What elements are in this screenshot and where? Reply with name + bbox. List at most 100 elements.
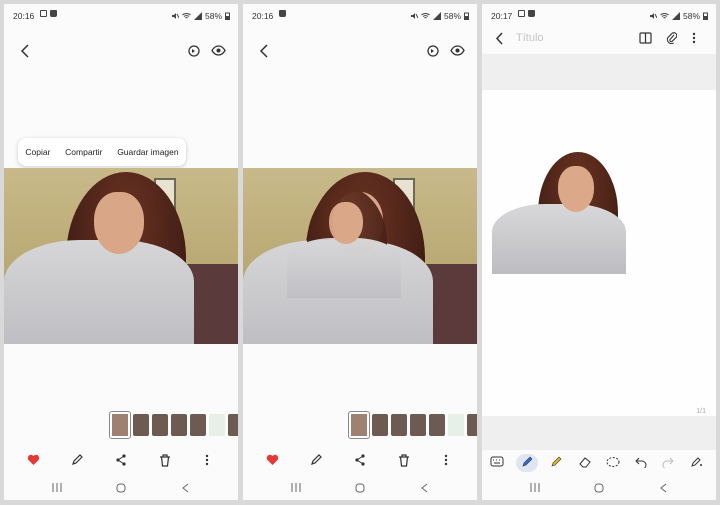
note-canvas[interactable] [482,90,716,416]
thumbnail[interactable] [410,414,426,436]
recents-button[interactable] [530,483,540,492]
pen-tool[interactable] [521,456,533,468]
gallery-notification-icon [518,10,525,17]
chevron-left-icon [20,44,29,58]
rotate-button[interactable] [426,44,440,58]
thumbnail[interactable] [190,414,206,436]
battery-icon [225,12,230,20]
menu-item-save-image[interactable]: Guardar imagen [117,147,178,157]
recents-button[interactable] [291,483,301,492]
home-button[interactable] [594,483,604,493]
thumbnail[interactable] [391,414,407,436]
thumbnail-selected[interactable] [348,411,370,439]
more-button[interactable] [692,32,696,44]
delete-button[interactable] [159,454,171,467]
pasted-image[interactable] [492,152,626,274]
favorite-button[interactable] [266,454,279,466]
drawing-toolbar [482,452,716,474]
delete-button[interactable] [398,454,410,467]
edit-button[interactable] [310,454,322,466]
photo-viewer[interactable] [4,168,238,344]
reading-mode-button[interactable] [639,32,652,44]
undo-button[interactable] [635,456,647,468]
more-vertical-icon [444,454,448,466]
status-notification-icons [518,10,535,17]
status-notification-icons [279,10,286,17]
pencil-icon [72,454,83,465]
highlighter-tool[interactable] [550,456,562,468]
redo-icon [662,457,674,468]
phone-screen-gallery-1: 20:16 58% Copiar Compartir Guardar image… [4,4,238,500]
home-button[interactable] [116,483,126,493]
title-area [482,54,716,90]
mute-icon [171,13,179,19]
photo-viewer[interactable] [243,168,477,344]
battery-text: 58% [204,11,222,21]
status-bar: 20:16 58% [4,4,238,26]
thumbnail-selected[interactable] [109,411,131,439]
trash-icon [399,454,409,467]
dragged-cutout-preview[interactable] [287,188,401,298]
thumbnail[interactable] [372,414,388,436]
status-notification-icons [40,10,57,17]
pen-icon [522,456,533,467]
recents-button[interactable] [52,483,62,492]
thumbnail[interactable] [209,414,225,436]
keyboard-button[interactable] [490,456,504,467]
rotate-button[interactable] [187,44,201,58]
pencil-icon [311,454,322,465]
more-vertical-icon [692,32,696,44]
share-button[interactable] [354,454,366,466]
recents-icon [530,483,540,492]
photo-sweater [4,240,194,344]
thumbnail-strip [348,411,477,439]
navigation-bar [482,478,716,500]
menu-item-share[interactable]: Compartir [65,147,102,157]
status-right: 58% [410,11,469,21]
back-button[interactable] [495,32,504,45]
undo-icon [635,457,647,468]
more-vertical-icon [205,454,209,466]
back-button[interactable] [20,44,30,58]
thumbnail[interactable] [429,414,445,436]
share-button[interactable] [115,454,127,466]
battery-text: 58% [682,11,700,21]
back-button[interactable] [259,44,269,58]
thumbnail[interactable] [467,414,477,436]
thumbnail[interactable] [133,414,149,436]
action-bar [4,450,238,472]
recents-icon [52,483,62,492]
nav-back-button[interactable] [660,483,667,493]
nav-back-button[interactable] [421,483,428,493]
top-bar [4,38,238,68]
menu-item-copy[interactable]: Copiar [25,147,50,157]
nav-back-button[interactable] [182,483,189,493]
thumbnail[interactable] [171,414,187,436]
more-button[interactable] [205,454,209,466]
lasso-tool[interactable] [606,456,620,468]
screenshot-frame: 20:16 58% Copiar Compartir Guardar image… [0,0,720,505]
thumbnail[interactable] [152,414,168,436]
home-button[interactable] [355,483,365,493]
note-title-input[interactable]: Título [516,32,544,44]
edit-button[interactable] [71,454,83,466]
pen-settings-button[interactable] [690,456,703,468]
mute-icon [410,13,418,19]
photo-face [94,192,144,254]
page-indicator: 1/1 [696,408,706,415]
more-button[interactable] [444,454,448,466]
eraser-tool[interactable] [579,456,591,468]
thumbnail[interactable] [448,414,464,436]
context-menu: Copiar Compartir Guardar imagen [18,138,186,166]
chevron-left-icon [259,44,268,58]
redo-button[interactable] [662,456,674,468]
signal-icon [193,12,202,20]
toolbar-spacer [482,416,716,450]
favorite-button[interactable] [27,454,40,466]
keyboard-icon [490,456,504,467]
rotate-icon [188,45,200,57]
attach-button[interactable] [666,31,677,44]
view-button[interactable] [450,45,465,56]
view-button[interactable] [211,45,226,56]
thumbnail[interactable] [228,414,238,436]
